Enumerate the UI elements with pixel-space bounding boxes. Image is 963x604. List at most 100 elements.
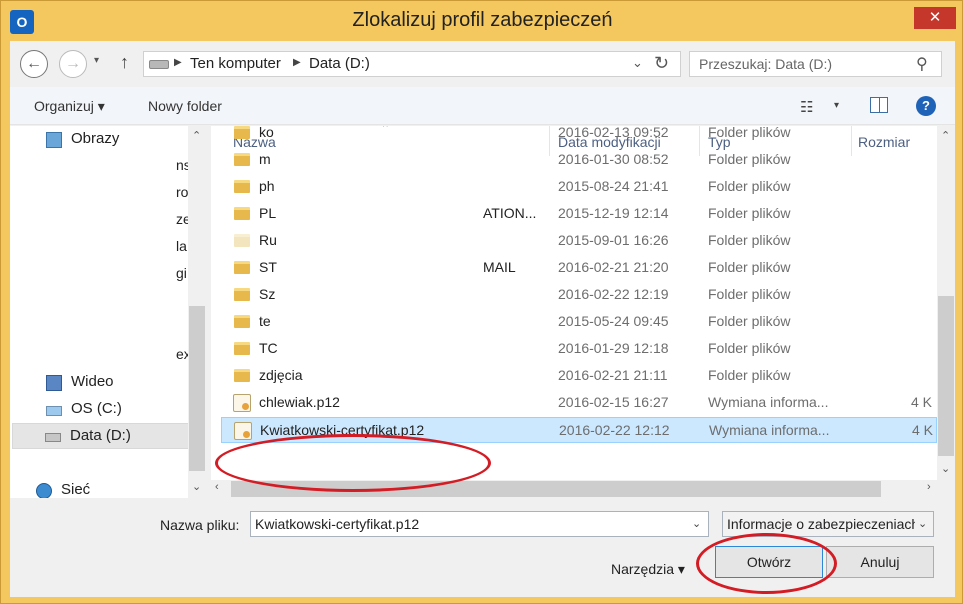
scrollbar-thumb[interactable]	[189, 306, 205, 471]
file-type: Folder plików	[708, 259, 791, 275]
scrollbar-thumb[interactable]	[231, 481, 881, 497]
file-type: Folder plików	[708, 313, 791, 329]
search-icon[interactable]: ⚲	[916, 54, 928, 74]
folder-row[interactable]: Sz 2016-02-22 12:19 Folder plików	[221, 282, 937, 308]
folder-icon	[234, 369, 250, 382]
scroll-up-arrow-icon[interactable]: ⌃	[192, 129, 201, 142]
folder-icon	[234, 342, 250, 355]
file-date: 2016-02-21 21:11	[558, 367, 668, 383]
file-date: 2016-01-29 12:18	[558, 340, 669, 356]
nav-item-data-d[interactable]: Data (D:)	[12, 423, 190, 449]
file-type-filter-select[interactable]: Informacje o zabezpieczeniach ⌄	[722, 511, 934, 537]
back-button[interactable]: ←	[20, 50, 48, 78]
nav-item-wideo[interactable]: Wideo	[10, 370, 188, 396]
folder-row[interactable]: Ru 2015-09-01 16:26 Folder plików	[221, 228, 937, 254]
nav-item-label: Data (D:)	[70, 427, 131, 444]
change-view-icon[interactable]: ☷	[800, 98, 813, 116]
folder-icon	[234, 153, 250, 166]
network-icon	[36, 483, 52, 498]
file-list-horizontal-scrollbar[interactable]: ‹ ›	[211, 480, 955, 498]
refresh-icon[interactable]: ↻	[654, 53, 669, 74]
file-type: Folder plików	[708, 151, 791, 167]
folder-row[interactable]: te 2015-05-24 09:45 Folder plików	[221, 309, 937, 335]
chevron-down-icon[interactable]: ⌄	[692, 517, 701, 530]
folder-row[interactable]: zdjęcia 2016-02-21 21:11 Folder plików	[221, 363, 937, 389]
new-folder-button[interactable]: Nowy folder	[148, 98, 222, 114]
up-button[interactable]: ↑	[120, 52, 129, 73]
file-open-dialog: O Zlokalizuj profil zabezpieczeń ✕ ← → ▾…	[0, 0, 963, 604]
open-button[interactable]: Otwórz	[715, 546, 823, 578]
nav-item-siec[interactable]: Sieć	[10, 478, 188, 498]
file-date: 2015-08-24 21:41	[558, 178, 669, 194]
search-input[interactable]: Przeszukaj: Data (D:) ⚲	[689, 51, 942, 77]
file-name: ko	[259, 126, 274, 140]
file-type: Folder plików	[708, 286, 791, 302]
nav-item-obrazy[interactable]: Obrazy	[10, 127, 188, 153]
file-name: PL	[259, 205, 277, 221]
recent-locations-dropdown[interactable]: ▾	[94, 55, 99, 66]
close-button[interactable]: ✕	[914, 7, 956, 29]
chevron-down-icon[interactable]: ⌄	[918, 517, 927, 530]
breadcrumb-separator[interactable]: ▶	[293, 57, 301, 68]
nav-text-fragment: la	[176, 238, 187, 254]
folder-row[interactable]: TC 2016-01-29 12:18 Folder plików	[221, 336, 937, 362]
nav-pane-scrollbar[interactable]: ⌃ ⌄	[188, 126, 206, 498]
nav-text-fragment: gi	[176, 265, 187, 281]
file-row[interactable]: Kwiatkowski-certyfikat.p12 2016-02-22 12:…	[221, 417, 937, 443]
file-name: zdjęcia	[259, 367, 303, 383]
pictures-icon	[46, 132, 62, 148]
scroll-left-arrow-icon[interactable]: ‹	[215, 481, 219, 493]
folder-row[interactable]: ST MAIL 2016-02-21 21:20 Folder plików	[221, 255, 937, 281]
scroll-down-arrow-icon[interactable]: ⌄	[192, 480, 201, 493]
filename-input[interactable]: Kwiatkowski-certyfikat.p12 ⌄	[250, 511, 709, 537]
file-name: Kwiatkowski-certyfikat.p12	[260, 422, 425, 438]
breadcrumb-ten-komputer[interactable]: Ten komputer	[190, 55, 281, 72]
forward-button[interactable]: →	[59, 50, 87, 78]
breadcrumb-separator[interactable]: ▶	[174, 57, 182, 68]
preview-pane-icon[interactable]	[870, 97, 888, 113]
file-name-tail: ATION...	[483, 205, 537, 221]
cancel-button[interactable]: Anuluj	[826, 546, 934, 578]
folder-icon	[234, 207, 250, 220]
file-type: Wymiana informa...	[708, 394, 829, 410]
address-dropdown-icon[interactable]: ⌄	[632, 55, 643, 71]
folder-icon	[234, 288, 250, 301]
file-list-vertical-scrollbar[interactable]: ⌃ ⌄	[937, 126, 955, 480]
scroll-up-arrow-icon[interactable]: ⌃	[941, 129, 950, 142]
nav-item-label: Wideo	[71, 373, 114, 390]
organize-button[interactable]: Organizuj ▾	[34, 98, 105, 115]
file-date: 2015-09-01 16:26	[558, 232, 669, 248]
scroll-right-arrow-icon[interactable]: ›	[927, 481, 931, 493]
folder-row[interactable]: ko 2016-02-13 09:52 Folder plików	[221, 126, 937, 146]
folder-row[interactable]: PL ATION... 2015-12-19 12:14 Folder plików	[221, 201, 937, 227]
address-bar[interactable]: ▶ Ten komputer ▶ Data (D:) ⌄ ↻	[143, 51, 681, 77]
file-name: ph	[259, 178, 275, 194]
file-size: 4 K	[912, 422, 934, 438]
title-bar[interactable]: O Zlokalizuj profil zabezpieczeń ✕	[1, 1, 963, 41]
file-name-tail: MAIL	[483, 259, 516, 275]
folder-row[interactable]: m 2016-01-30 08:52 Folder plików	[221, 147, 937, 173]
folder-icon	[234, 234, 250, 247]
scrollbar-thumb[interactable]	[938, 296, 954, 456]
file-row[interactable]: chlewiak.p12 2016-02-15 16:27 Wymiana info…	[221, 390, 937, 416]
folder-row[interactable]: ph 2015-08-24 21:41 Folder plików	[221, 174, 937, 200]
navigation-pane: Obrazy ns ro ze la gi ex Wideo OS (C:) D…	[10, 126, 206, 498]
nav-item-label: OS (C:)	[71, 400, 122, 417]
breadcrumb-data-d[interactable]: Data (D:)	[309, 55, 370, 72]
file-date: 2016-02-22 12:19	[558, 286, 669, 302]
scroll-down-arrow-icon[interactable]: ⌄	[941, 462, 950, 475]
tools-button[interactable]: Narzędzia ▾	[611, 561, 685, 578]
navigation-bar: ← → ▾ ↑ ▶ Ten komputer ▶ Data (D:) ⌄ ↻ P…	[10, 41, 955, 87]
view-options-dropdown[interactable]: ▾	[834, 100, 839, 111]
window-title: Zlokalizuj profil zabezpieczeń	[352, 9, 613, 31]
file-list: ^ Nazwa Data modyfikacji Typ Rozmiar ko 2…	[211, 126, 955, 498]
search-placeholder: Przeszukaj: Data (D:)	[699, 56, 833, 72]
file-type: Folder plików	[708, 126, 791, 140]
nav-item-os-c[interactable]: OS (C:)	[10, 397, 188, 423]
dialog-footer: Nazwa pliku: Kwiatkowski-certyfikat.p12 …	[10, 498, 955, 597]
file-date: 2015-05-24 09:45	[558, 313, 669, 329]
folder-icon	[234, 261, 250, 274]
help-icon[interactable]: ?	[916, 96, 936, 116]
drive-icon	[45, 433, 61, 442]
file-type: Folder plików	[708, 340, 791, 356]
